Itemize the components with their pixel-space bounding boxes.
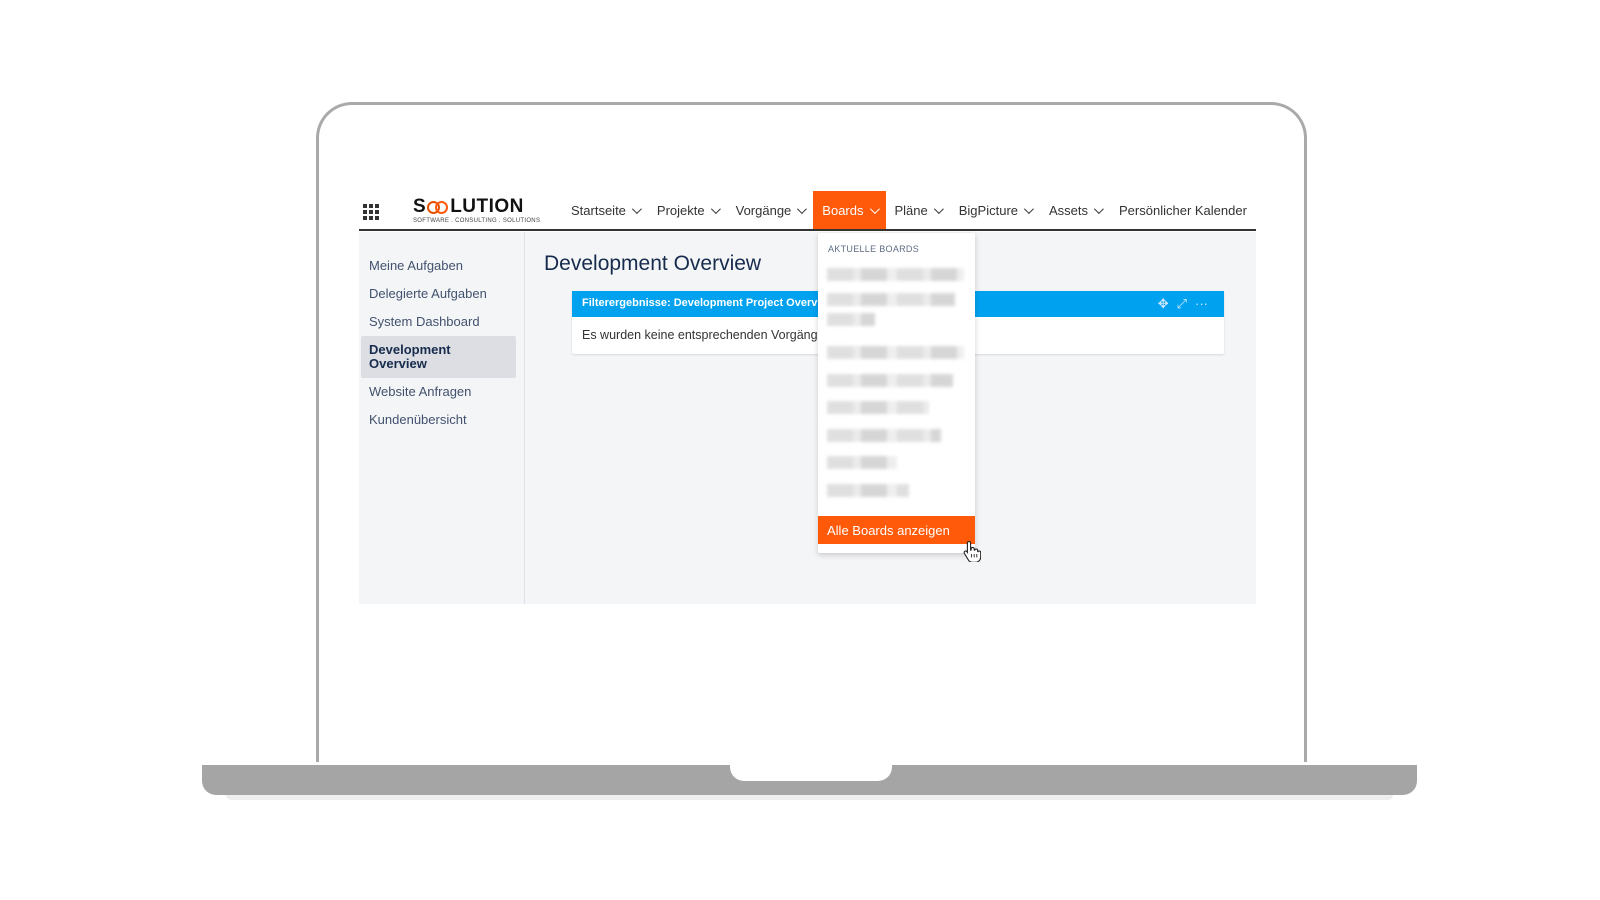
move-icon[interactable]: ✥ — [1158, 297, 1169, 310]
sidebar-item-kundenuebersicht[interactable]: Kundenübersicht — [361, 406, 516, 434]
sidebar-item-system-dashboard[interactable]: System Dashboard — [361, 308, 516, 336]
recent-board-item[interactable] — [827, 429, 941, 442]
logo-rings-icon — [427, 200, 449, 215]
logo-text-end: LUTION — [450, 196, 524, 217]
nav-label: Assets — [1049, 202, 1089, 218]
nav-startseite[interactable]: Startseite — [562, 191, 648, 229]
logo-wordmark: S LUTION — [413, 197, 537, 217]
expand-icon[interactable]: ⤢ — [1177, 297, 1187, 310]
recent-board-item[interactable] — [827, 456, 897, 469]
logo-tagline: SOFTWARE . CONSULTING . SOLUTIONS — [413, 218, 541, 224]
sidebar-item-meine-aufgaben[interactable]: Meine Aufgaben — [361, 252, 516, 280]
chevron-down-icon — [869, 203, 880, 214]
chevron-down-icon — [1093, 203, 1104, 214]
dropdown-section-header: AKTUELLE BOARDS — [828, 244, 920, 254]
chevron-down-icon — [933, 203, 944, 214]
nav-assets[interactable]: Assets — [1040, 191, 1110, 229]
chevron-down-icon — [710, 203, 721, 214]
top-navigation-bar: S LUTION SOFTWARE . CONSULTING . SOLUTIO… — [359, 191, 1256, 231]
nav-projekte[interactable]: Projekte — [648, 191, 727, 229]
nav-label: Projekte — [656, 202, 705, 218]
nav-label: Startseite — [571, 202, 626, 218]
gadget-toolbar: ✥ ⤢ ··· — [1158, 297, 1208, 310]
solution-logo[interactable]: S LUTION SOFTWARE . CONSULTING . SOLUTIO… — [413, 197, 541, 227]
chevron-down-icon — [1023, 203, 1034, 214]
recent-board-item[interactable] — [827, 293, 955, 306]
sidebar: Meine Aufgaben Delegierte Aufgaben Syste… — [359, 232, 525, 604]
nav-bigpicture[interactable]: BigPicture — [950, 191, 1040, 229]
show-all-boards-button[interactable]: Alle Boards anzeigen — [818, 516, 975, 544]
recent-board-item[interactable] — [827, 401, 929, 414]
sidebar-item-delegierte-aufgaben[interactable]: Delegierte Aufgaben — [361, 280, 516, 308]
nav-boards[interactable]: Boards — [813, 191, 886, 229]
grid-icon[interactable] — [363, 204, 379, 220]
laptop-notch — [730, 765, 892, 781]
logo-text-start: S — [413, 196, 427, 217]
nav-label: Boards — [822, 202, 864, 218]
chevron-down-icon — [631, 203, 642, 214]
sidebar-item-website-anfragen[interactable]: Website Anfragen — [361, 378, 516, 406]
laptop-shadow — [226, 795, 1393, 800]
nav-label: Pläne — [894, 202, 928, 218]
nav-vorgaenge[interactable]: Vorgänge — [727, 191, 814, 229]
hand-cursor-icon — [963, 540, 981, 562]
stage: S LUTION SOFTWARE . CONSULTING . SOLUTIO… — [0, 0, 1600, 900]
app-screen: S LUTION SOFTWARE . CONSULTING . SOLUTIO… — [359, 191, 1256, 604]
nav-label: Vorgänge — [735, 202, 792, 218]
more-icon[interactable]: ··· — [1195, 297, 1208, 310]
main-nav: Startseite Projekte Vorgänge Boards Plän… — [562, 191, 1256, 229]
chevron-down-icon — [797, 203, 808, 214]
recent-board-item[interactable] — [827, 268, 964, 281]
nav-label: Persönlicher Kalender — [1119, 202, 1247, 218]
nav-label: BigPicture — [958, 202, 1018, 218]
boards-dropdown: AKTUELLE BOARDS Alle Boards anzeigen — [818, 233, 975, 553]
page-title: Development Overview — [544, 252, 762, 275]
page-body: Meine Aufgaben Delegierte Aufgaben Syste… — [359, 232, 1256, 604]
sidebar-item-development-overview[interactable]: Development Overview — [361, 336, 516, 378]
recent-board-item[interactable] — [827, 374, 953, 387]
recent-board-item[interactable] — [827, 313, 875, 326]
recent-board-item[interactable] — [827, 484, 909, 497]
nav-plaene[interactable]: Pläne — [886, 191, 950, 229]
nav-persoenlicher-kalender[interactable]: Persönlicher Kalender — [1110, 191, 1256, 229]
recent-board-item[interactable] — [827, 346, 964, 359]
